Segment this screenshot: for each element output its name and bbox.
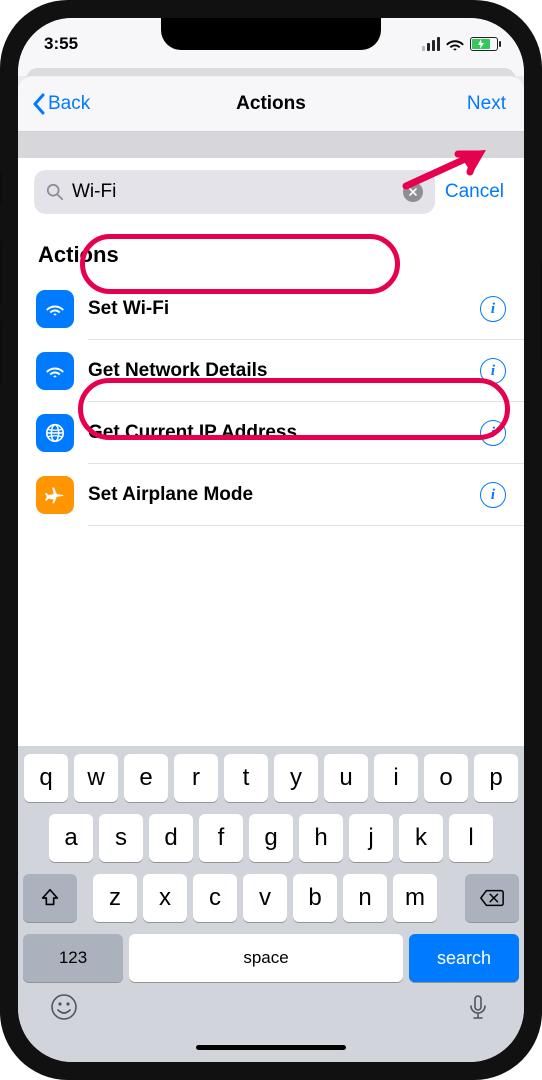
back-button[interactable]: Back bbox=[32, 93, 90, 115]
wifi-icon bbox=[36, 290, 74, 328]
key-w[interactable]: w bbox=[74, 754, 118, 802]
nav-bar: Back Actions Next bbox=[18, 76, 524, 132]
wifi-icon bbox=[446, 37, 464, 51]
key-m[interactable]: m bbox=[393, 874, 437, 922]
key-g[interactable]: g bbox=[249, 814, 293, 862]
key-n[interactable]: n bbox=[343, 874, 387, 922]
shift-icon bbox=[39, 887, 61, 909]
content-spacer bbox=[18, 526, 524, 746]
key-b[interactable]: b bbox=[293, 874, 337, 922]
action-list: Set Wi-Fi i Get Network Details i bbox=[18, 278, 524, 526]
wifi-icon bbox=[36, 352, 74, 390]
key-o[interactable]: o bbox=[424, 754, 468, 802]
key-l[interactable]: l bbox=[449, 814, 493, 862]
info-button[interactable]: i bbox=[480, 420, 506, 446]
action-row-set-wifi[interactable]: Set Wi-Fi i bbox=[18, 278, 524, 340]
info-button[interactable]: i bbox=[480, 482, 506, 508]
key-f[interactable]: f bbox=[199, 814, 243, 862]
action-label: Get Network Details bbox=[88, 360, 466, 382]
action-row-network-details[interactable]: Get Network Details i bbox=[18, 340, 524, 402]
nav-title: Actions bbox=[236, 93, 306, 115]
key-x[interactable]: x bbox=[143, 874, 187, 922]
key-u[interactable]: u bbox=[324, 754, 368, 802]
sheet-gap bbox=[18, 132, 524, 158]
modal-background-edge bbox=[18, 64, 524, 76]
numbers-key[interactable]: 123 bbox=[23, 934, 123, 982]
volume-up-button bbox=[0, 240, 2, 306]
status-time: 3:55 bbox=[44, 34, 78, 54]
chevron-left-icon bbox=[32, 93, 46, 115]
backspace-icon bbox=[479, 888, 505, 908]
key-p[interactable]: p bbox=[474, 754, 518, 802]
battery-icon bbox=[470, 37, 498, 51]
key-h[interactable]: h bbox=[299, 814, 343, 862]
action-row-airplane[interactable]: Set Airplane Mode i bbox=[18, 464, 524, 526]
key-z[interactable]: z bbox=[93, 874, 137, 922]
search-field[interactable] bbox=[34, 170, 435, 214]
key-r[interactable]: r bbox=[174, 754, 218, 802]
key-j[interactable]: j bbox=[349, 814, 393, 862]
key-c[interactable]: c bbox=[193, 874, 237, 922]
space-key[interactable]: space bbox=[129, 934, 403, 982]
key-d[interactable]: d bbox=[149, 814, 193, 862]
keyboard: qwertyuiop asdfghjkl zxcvbnm 123 space s… bbox=[18, 746, 524, 1032]
keyboard-row-2: asdfghjkl bbox=[23, 814, 519, 862]
key-i[interactable]: i bbox=[374, 754, 418, 802]
back-label: Back bbox=[48, 93, 90, 115]
search-icon bbox=[46, 183, 64, 201]
info-button[interactable]: i bbox=[480, 358, 506, 384]
search-key[interactable]: search bbox=[409, 934, 519, 982]
cellular-icon bbox=[422, 37, 440, 51]
cancel-button[interactable]: Cancel bbox=[445, 181, 508, 203]
action-row-ip-address[interactable]: Get Current IP Address i bbox=[18, 402, 524, 464]
clear-button[interactable] bbox=[403, 182, 423, 202]
key-t[interactable]: t bbox=[224, 754, 268, 802]
action-label: Set Airplane Mode bbox=[88, 484, 466, 506]
keyboard-row-3: zxcvbnm bbox=[23, 874, 519, 922]
phone-frame: 3:55 Back Actions Next bbox=[0, 0, 542, 1080]
backspace-key[interactable] bbox=[465, 874, 519, 922]
key-a[interactable]: a bbox=[49, 814, 93, 862]
emoji-icon[interactable] bbox=[49, 992, 79, 1022]
key-q[interactable]: q bbox=[24, 754, 68, 802]
key-v[interactable]: v bbox=[243, 874, 287, 922]
keyboard-row-1: qwertyuiop bbox=[23, 754, 519, 802]
key-y[interactable]: y bbox=[274, 754, 318, 802]
mic-icon[interactable] bbox=[463, 992, 493, 1022]
key-k[interactable]: k bbox=[399, 814, 443, 862]
section-header: Actions bbox=[18, 226, 524, 278]
home-indicator[interactable] bbox=[18, 1032, 524, 1062]
key-s[interactable]: s bbox=[99, 814, 143, 862]
action-label: Set Wi-Fi bbox=[88, 298, 466, 320]
info-button[interactable]: i bbox=[480, 296, 506, 322]
next-button[interactable]: Next bbox=[467, 93, 506, 115]
mute-switch bbox=[0, 170, 2, 206]
airplane-icon bbox=[36, 476, 74, 514]
key-e[interactable]: e bbox=[124, 754, 168, 802]
action-label: Get Current IP Address bbox=[88, 422, 466, 444]
x-icon bbox=[408, 187, 418, 197]
volume-down-button bbox=[0, 320, 2, 386]
notch bbox=[161, 18, 381, 50]
search-input[interactable] bbox=[72, 181, 395, 203]
shift-key[interactable] bbox=[23, 874, 77, 922]
globe-icon bbox=[36, 414, 74, 452]
